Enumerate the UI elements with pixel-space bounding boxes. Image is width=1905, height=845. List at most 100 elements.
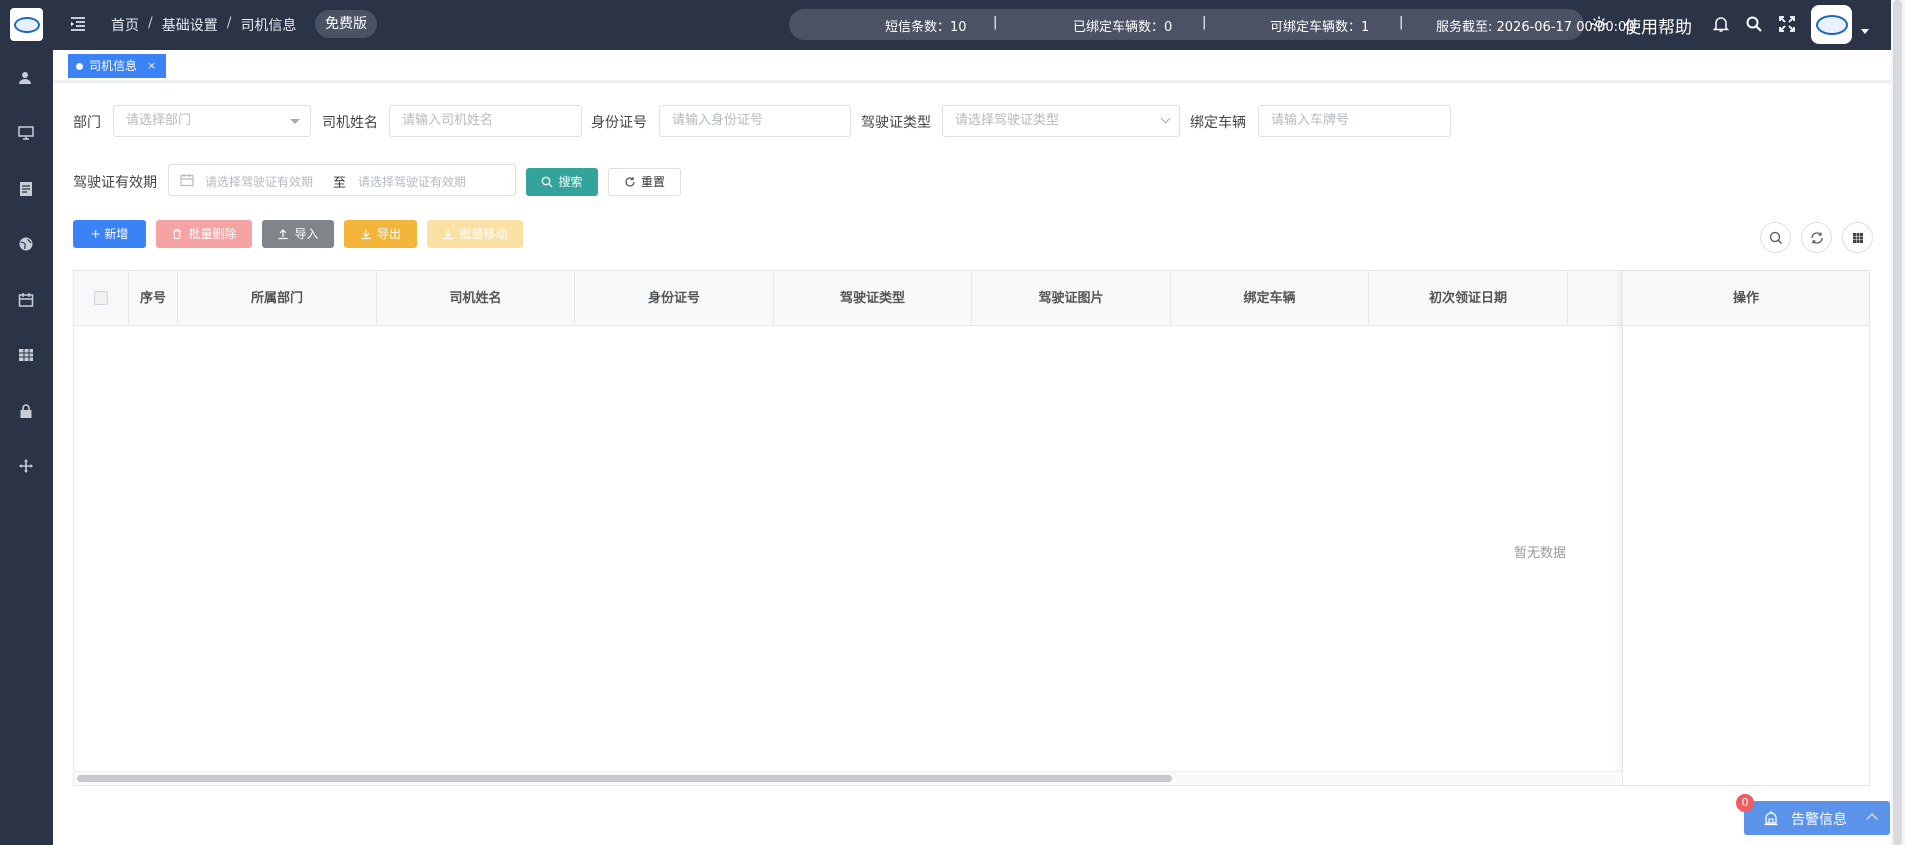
reset-button-label: 重置 [640,175,665,189]
breadcrumb-separator: / [148,15,153,31]
export-label: 导出 [376,227,401,241]
license-validity-range[interactable]: 请选择驾驶证有效期 至 请选择驾驶证有效期 [168,164,516,196]
search-button[interactable]: 搜索 [526,168,598,196]
toggle-search-button[interactable] [1760,222,1791,253]
driver-name-placeholder: 请输入司机姓名 [402,113,494,128]
id-number-input[interactable]: 请输入身份证号 [659,105,851,137]
plate-number-placeholder: 请输入车牌号 [1271,113,1350,128]
col-first-license-date: 初次领证日期 [1369,271,1568,326]
stats-separator: | [1202,15,1207,30]
breadcrumb-separator: / [226,15,232,31]
col-overflow [1568,271,1622,326]
bound-vehicle-count: 已绑定车辆数：0 [1073,20,1173,35]
user-avatar[interactable] [1811,5,1852,44]
bell-icon[interactable] [1712,15,1730,33]
dept-label: 部门 [73,115,101,131]
report-icon[interactable] [17,180,35,198]
add-button[interactable]: + 新增 [73,220,146,248]
column-settings-button[interactable] [1842,222,1873,253]
tab-driver-info[interactable]: 司机信息 × [68,54,167,78]
table-header: 序号 所属部门 司机姓名 身份证号 驾驶证类型 驾驶证图片 绑定车辆 初次领证日… [74,271,1869,326]
bindable-vehicle-count: 可绑定车辆数：1 [1270,20,1370,35]
stats-separator: | [993,15,998,30]
validity-start-placeholder[interactable]: 请选择驾驶证有效期 [205,173,313,190]
search-icon [1769,231,1782,244]
driver-name-label: 司机姓名 [322,115,378,131]
horizontal-scroll-thumb[interactable] [77,775,1172,782]
tab-close-icon[interactable]: × [147,54,156,78]
license-type-label: 驾驶证类型 [861,115,931,131]
menu-toggle-icon[interactable] [69,15,87,33]
dept-placeholder: 请选择部门 [126,113,192,128]
col-license-type: 驾驶证类型 [774,271,972,326]
chevron-up-icon [1866,813,1878,825]
license-type-select[interactable]: 请选择驾驶证类型 [942,105,1180,137]
refresh-icon [625,177,635,187]
dropdown-caret-icon [290,119,300,124]
breadcrumb-current: 司机信息 [240,18,297,34]
sidebar [0,0,53,845]
calendar-icon [180,174,194,187]
col-id-number: 身份证号 [575,271,774,326]
batch-delete-label: 批量删除 [188,227,237,241]
page-scroll-thumb[interactable] [1893,0,1902,845]
dept-select[interactable]: 请选择部门 [113,105,311,137]
alarm-icon [1764,811,1778,826]
col-driver-name: 司机姓名 [377,271,575,326]
chevron-down-icon [1160,113,1171,124]
select-all-cell [74,271,129,326]
import-button[interactable]: 导入 [262,220,334,248]
monitor-icon[interactable] [17,124,35,142]
app-logo[interactable] [10,8,43,41]
globe-icon[interactable] [17,235,35,253]
fixed-actions-column [1622,271,1870,785]
calendar-icon[interactable] [17,291,35,309]
driver-table: 序号 所属部门 司机姓名 身份证号 驾驶证类型 驾驶证图片 绑定车辆 初次领证日… [73,270,1870,786]
empty-state: 暂无数据 [1514,546,1567,561]
col-license-image: 驾驶证图片 [972,271,1171,326]
id-number-placeholder: 请输入身份证号 [672,113,764,128]
breadcrumb-basic-settings[interactable]: 基础设置 [162,15,218,35]
license-type-placeholder: 请选择驾驶证类型 [955,113,1060,128]
move-icon[interactable] [17,457,35,475]
driver-name-input[interactable]: 请输入司机姓名 [389,105,582,137]
tab-active-dot [76,62,83,70]
import-label: 导入 [294,227,319,241]
lock-icon[interactable] [17,402,35,420]
refresh-icon [1810,231,1823,244]
plate-number-input[interactable]: 请输入车牌号 [1258,105,1451,137]
stats-separator: | [1399,15,1404,30]
sms-count: 短信条数：10 [885,20,967,35]
trash-icon [173,228,182,240]
search-icon[interactable] [1745,15,1763,33]
batch-delete-button[interactable]: 批量删除 [156,220,252,248]
settings-icon[interactable] [1590,15,1608,33]
alert-count-badge: 0 [1736,794,1754,812]
fullscreen-icon[interactable] [1778,15,1796,33]
account-stats-bar: 短信条数：10 | 已绑定车辆数：0 | 可绑定车辆数：1 | 服务截至: 20… [789,9,1635,40]
col-bound-vehicle: 绑定车辆 [1171,271,1369,326]
user-icon[interactable] [17,69,35,87]
col-index: 序号 [129,271,178,326]
grid-icon[interactable] [17,346,35,364]
bound-vehicle-label: 绑定车辆 [1190,115,1246,131]
validity-end-placeholder[interactable]: 请选择驾驶证有效期 [358,173,466,190]
refresh-button[interactable] [1801,222,1832,253]
export-button[interactable]: 导出 [344,220,417,248]
breadcrumb-home[interactable]: 首页 [111,15,139,35]
help-link[interactable]: 使用帮助 [1624,13,1692,38]
page-tabs: 司机信息 × [53,50,1896,83]
search-button-label: 搜索 [558,175,583,189]
avatar-dropdown-icon[interactable] [1861,29,1869,34]
select-all-checkbox[interactable] [94,291,108,305]
license-validity-label: 驾驶证有效期 [73,175,157,191]
col-department: 所属部门 [178,271,377,326]
alert-panel-toggle[interactable]: 告警信息 [1744,801,1890,835]
search-icon [542,176,553,188]
breadcrumb: 首页 / 基础设置 / 司机信息 [111,15,296,35]
top-navbar: 首页 / 基础设置 / 司机信息 免费版 短信条数：10 | 已绑定车辆数：0 … [53,0,1905,50]
batch-move-button[interactable]: 批量移动 [427,220,523,248]
grid-icon [1852,232,1863,243]
range-separator: 至 [333,176,347,191]
reset-button[interactable]: 重置 [608,168,681,196]
